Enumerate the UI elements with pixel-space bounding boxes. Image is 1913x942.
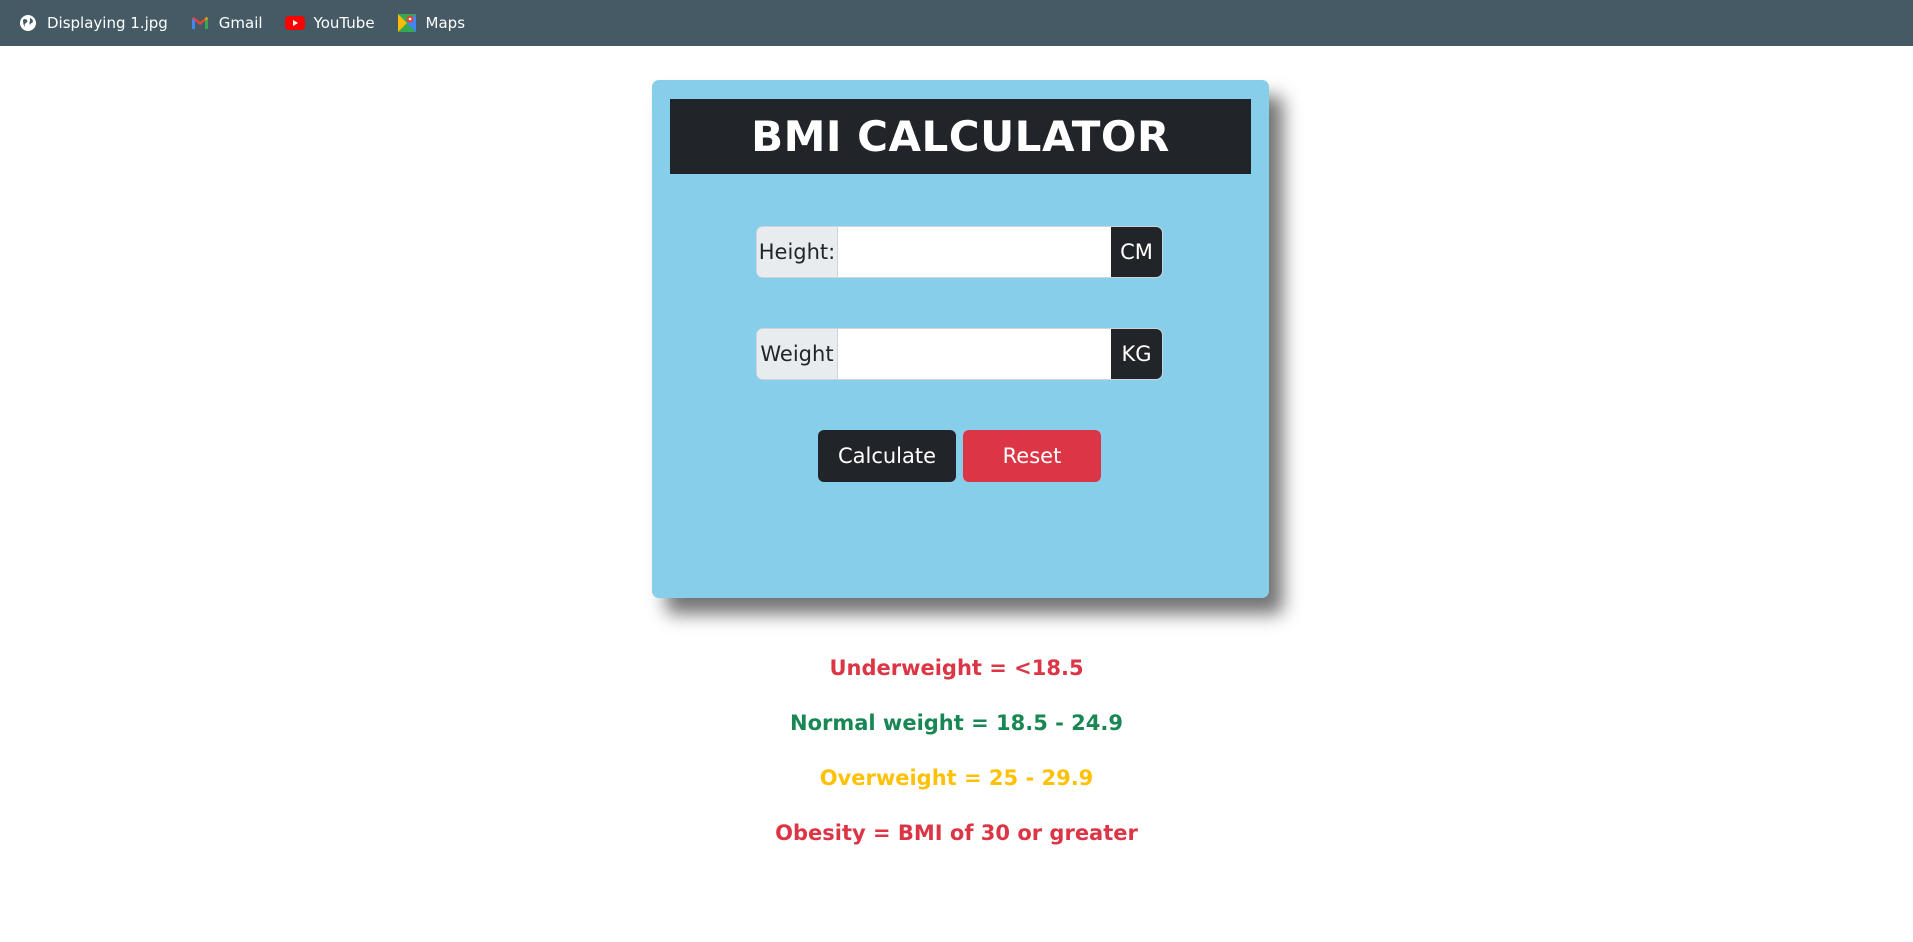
- bookmark-displaying-1jpg[interactable]: Displaying 1.jpg: [18, 13, 168, 33]
- bookmark-label: Displaying 1.jpg: [47, 14, 168, 32]
- legend-obesity: Obesity = BMI of 30 or greater: [775, 821, 1138, 845]
- bookmarks-bar: Displaying 1.jpg Gmail YouTube Maps: [0, 0, 1913, 46]
- bookmark-label: YouTube: [313, 14, 375, 32]
- height-input-group: Height: CM: [756, 226, 1163, 278]
- weight-input[interactable]: [837, 329, 1111, 379]
- reset-button[interactable]: Reset: [963, 430, 1101, 482]
- bookmark-youtube[interactable]: YouTube: [284, 13, 375, 33]
- calculate-button[interactable]: Calculate: [818, 430, 956, 482]
- youtube-icon: [284, 13, 305, 33]
- height-unit: CM: [1110, 227, 1162, 277]
- bookmark-maps[interactable]: Maps: [397, 13, 465, 33]
- legend-overweight: Overweight = 25 - 29.9: [819, 766, 1094, 790]
- gmail-icon: [190, 13, 210, 33]
- weight-label: Weight: [757, 329, 838, 379]
- height-input[interactable]: [837, 227, 1111, 277]
- bookmark-gmail[interactable]: Gmail: [190, 13, 263, 33]
- page-title: BMI CALCULATOR: [670, 99, 1251, 174]
- legend-normal-weight: Normal weight = 18.5 - 24.9: [790, 711, 1123, 735]
- height-label: Height:: [757, 227, 838, 277]
- weight-input-group: Weight KG: [756, 328, 1163, 380]
- maps-icon: [397, 13, 417, 33]
- weight-unit: KG: [1110, 329, 1162, 379]
- globe-icon: [18, 13, 38, 33]
- bmi-calculator-card: BMI CALCULATOR Height: CM Weight KG Calc…: [652, 80, 1269, 598]
- bookmark-label: Gmail: [218, 14, 263, 32]
- bookmark-label: Maps: [425, 14, 466, 32]
- legend-underweight: Underweight = <18.5: [829, 656, 1084, 680]
